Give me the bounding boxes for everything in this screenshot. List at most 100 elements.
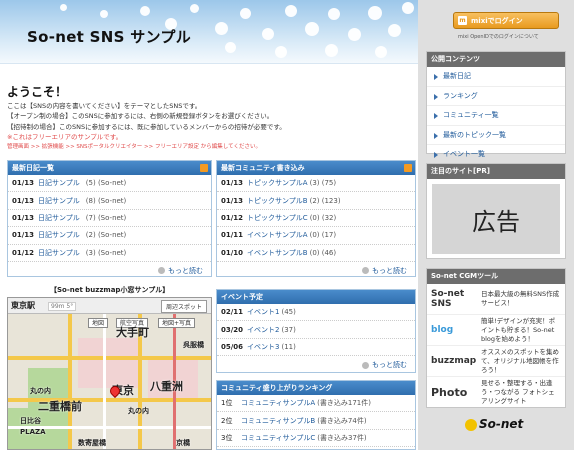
diary-link[interactable]: 日記サンプル (38, 196, 80, 206)
map-label: 京橋 (176, 439, 190, 447)
right-sidebar: m mixiでログイン mixi OpenIDでのログインについて 公開コンテン… (418, 0, 574, 450)
sonet-sns-logo: So-net SNS (431, 289, 465, 309)
welcome-title: ようこそ！ (7, 85, 68, 99)
mixi-icon: m (458, 16, 467, 25)
cgm-item[interactable]: buzzmap オススメのスポットを集めて、オリジナル地図帳を作ろう！ (427, 346, 565, 377)
table-row: 01/12 トピックサンプルC (0) (32) (217, 210, 415, 228)
mixi-login-button[interactable]: m mixiでログイン (453, 12, 559, 29)
cgm-item[interactable]: Photo 見せる・整理する・出逢う・つながる フォトシェアリングサイト (427, 377, 565, 408)
row-views: (75) (321, 179, 337, 188)
openid-help-link[interactable]: mixi OpenIDでのログインについて (458, 33, 539, 40)
public-contents-box: 公開コンテンツ 最新日記 ランキング コミュニティ一覧 最新のトピック一覧 イベ… (426, 51, 566, 158)
map-tab-hybrid[interactable]: 地図+写真 (158, 318, 196, 328)
diary-link[interactable]: 日記サンプル (38, 230, 80, 240)
buzzmap-logo: buzzmap (431, 356, 477, 366)
cgm-description: オススメのスポットを集めて、オリジナル地図帳を作ろう！ (481, 347, 559, 374)
sonet-logo[interactable]: So-net (465, 417, 523, 431)
cgm-box: So-net CGMツール So-net SNS 日本最大級の無料SNS作成サービ… (426, 268, 566, 408)
events-title-label: イベント予定 (221, 293, 263, 301)
ranking-title-label: コミュニティ盛り上がりランキング (221, 384, 333, 392)
rss-icon[interactable] (200, 164, 208, 172)
diary-link[interactable]: 日記サンプル (38, 213, 80, 223)
community-link[interactable]: コミュニティサンプルB (241, 416, 315, 426)
row-count: (書き込み74件) (317, 416, 367, 425)
row-date: 01/13 (12, 196, 35, 205)
table-row: 01/13 日記サンプル (5) (So-net) (8, 175, 211, 193)
map-zoom-indicator[interactable]: 99m 5° (48, 302, 77, 311)
community-panel: 最新コミュニティ書き込み 01/13 トピックサンプルA (3) (75) 01/1… (216, 160, 416, 277)
welcome-line: 【招待制の場合】このSNSに参加するには、既に参加しているメンバーからの招待が必… (7, 122, 286, 131)
row-date: 05/06 (221, 342, 244, 351)
blog-logo: blog (431, 325, 454, 335)
event-link[interactable]: イベント2 (247, 325, 279, 335)
topic-link[interactable]: イベントサンプルB (247, 248, 308, 258)
map-label: 大手町 (116, 326, 149, 339)
public-item[interactable]: 最新のトピック一覧 (427, 126, 565, 145)
row-date: 01/12 (12, 248, 35, 257)
more-label[interactable]: もっと読む (168, 266, 203, 276)
site-title[interactable]: So-net SNS サンプル (27, 26, 191, 47)
rank-number: 2位 (221, 416, 233, 425)
community-link[interactable]: コミュニティサンプルA (241, 398, 315, 408)
row-views: (123) (321, 196, 341, 205)
table-row: 05/06 イベント3 (11) (217, 339, 415, 357)
cgm-description: 日本最大級の無料SNS作成サービス！ (481, 290, 560, 307)
event-link[interactable]: イベント3 (247, 342, 279, 352)
diary-panel: 最新日記一覧 01/13 日記サンプル (5) (So-net) 01/13 日記サン… (7, 160, 212, 277)
table-row: 01/12 日記サンプル (3) (So-net) (8, 245, 211, 262)
welcome-text: ここは【SNSの内容を書いてください】をテーマとしたSNSです。 【オープン制の… (7, 101, 412, 152)
map-widget[interactable]: 東京駅 99m 5° 周辺スポット 地図 航空写真 地図+写真 東京 二重橋前 … (7, 297, 212, 450)
diary-link[interactable]: 日記サンプル (38, 178, 80, 188)
community-more-link[interactable]: もっと読む (217, 262, 415, 280)
diary-more-link[interactable]: もっと読む (8, 262, 211, 280)
more-label[interactable]: もっと読む (372, 266, 407, 276)
ranking-panel: コミュニティ盛り上がりランキング 1位 コミュニティサンプルA (書き込み171件)… (216, 380, 416, 450)
public-item[interactable]: イベント一覧 (427, 145, 565, 165)
row-date: 02/11 (221, 308, 244, 317)
map-label: 数寄屋橋 (78, 439, 106, 447)
row-user: (So-net) (97, 231, 127, 240)
ad-banner[interactable]: 広告 (432, 184, 560, 254)
row-date: 01/13 (12, 213, 35, 222)
table-row: 1位 コミュニティサンプルA (書き込み171件) (217, 395, 415, 413)
topic-link[interactable]: イベントサンプルA (247, 230, 308, 240)
table-row: 01/13 トピックサンプルA (3) (75) (217, 175, 415, 193)
event-link[interactable]: イベント1 (247, 307, 279, 317)
row-count: (書き込み37件) (317, 433, 367, 442)
row-date: 01/10 (221, 248, 244, 257)
row-count: (0) (309, 213, 320, 222)
topic-link[interactable]: トピックサンプルA (247, 178, 308, 188)
featured-title: 注目のサイト[PR] (427, 164, 565, 179)
diary-link[interactable]: 日記サンプル (38, 248, 80, 258)
row-date: 01/13 (12, 179, 35, 188)
events-more-link[interactable]: もっと読む (217, 356, 415, 374)
row-count: (2) (309, 196, 320, 205)
community-link[interactable]: コミュニティサンプルC (241, 433, 315, 443)
map-label: 丸の内 (128, 407, 149, 415)
map-label: 八重洲 (150, 380, 183, 393)
nearby-spots-button[interactable]: 周辺スポット (160, 300, 207, 313)
table-row: 01/13 日記サンプル (2) (So-net) (8, 227, 211, 245)
cgm-item[interactable]: blog 簡単!デザインが充実！ポイントも貯まる！So-net blogを始めよう… (427, 315, 565, 346)
public-item[interactable]: コミュニティ一覧 (427, 106, 565, 126)
cgm-description: 見せる・整理する・出逢う・つながる フォトシェアリングサイト (481, 379, 555, 405)
rss-icon[interactable] (404, 164, 412, 172)
more-label[interactable]: もっと読む (372, 360, 407, 370)
row-count: (7) (85, 213, 96, 222)
row-count: (3) (309, 179, 320, 188)
sonet-logo-text: So-net (479, 417, 524, 431)
login-label: mixiでログイン (471, 16, 523, 25)
row-count: (5) (85, 179, 96, 188)
public-item[interactable]: 最新日記 (427, 67, 565, 87)
topic-link[interactable]: トピックサンプルC (247, 213, 308, 223)
row-count: (8) (85, 196, 96, 205)
map-label: 呉服橋 (183, 341, 204, 349)
table-row: 01/13 日記サンプル (7) (So-net) (8, 210, 211, 228)
cgm-item[interactable]: So-net SNS 日本最大級の無料SNS作成サービス！ (427, 284, 565, 315)
map-tab-map[interactable]: 地図 (88, 318, 109, 328)
row-count: (11) (281, 342, 296, 351)
public-item[interactable]: ランキング (427, 87, 565, 106)
admin-path-link[interactable]: 管理画面 >> 拡張機能 >> SNSポータルクリエイター >> フリーエリア設… (7, 142, 412, 152)
row-count: (3) (85, 248, 96, 257)
topic-link[interactable]: トピックサンプルB (247, 196, 308, 206)
